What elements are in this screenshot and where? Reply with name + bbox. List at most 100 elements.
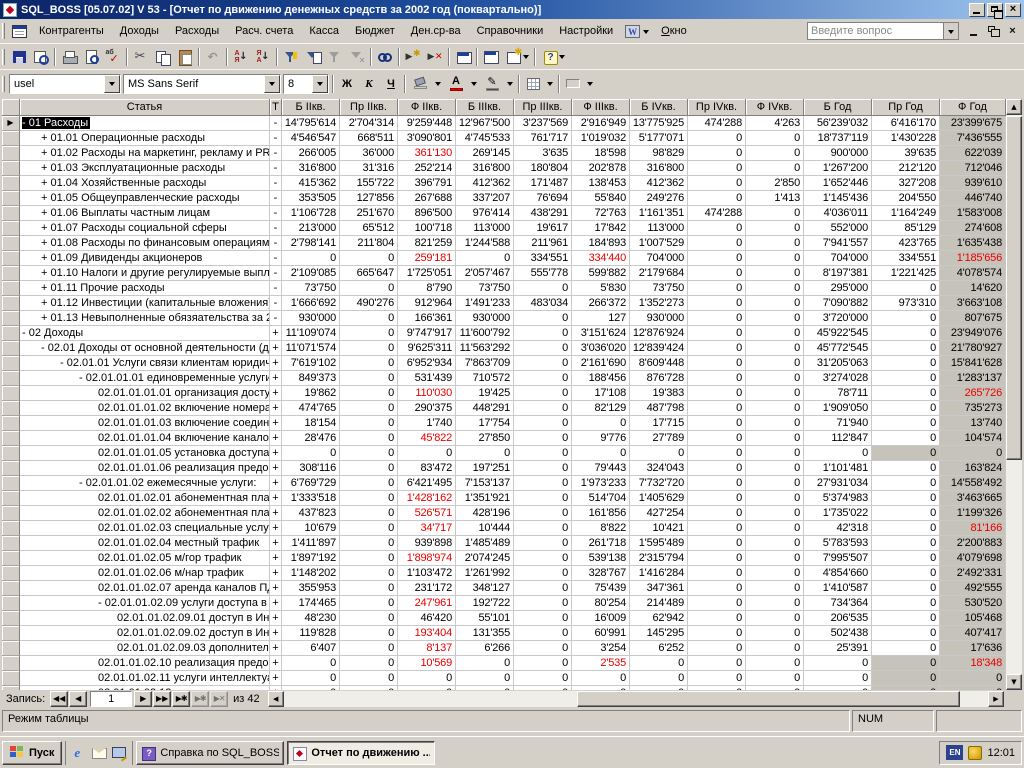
cell-statya[interactable]: 02.01.01.02.02 абонементная плата з [20,506,270,521]
table-cell[interactable]: 81'166 [940,521,1006,536]
table-cell[interactable]: 155'722 [340,176,398,191]
cell-statya[interactable]: - 02 Доходы [20,326,270,341]
table-cell[interactable]: 12'967'500 [456,116,514,131]
table-cell[interactable]: 2'161'690 [572,356,630,371]
table-cell[interactable]: 1'666'692 [282,296,340,311]
table-cell[interactable]: 2'057'467 [456,266,514,281]
table-cell[interactable]: 474'765 [282,401,340,416]
table-cell[interactable]: 353'505 [282,191,340,206]
cell-statya[interactable]: 02.01.01.02.11 услуги интеллектуаль [20,671,270,686]
table-cell[interactable]: 0 [872,596,940,611]
table-cell[interactable]: 0 [572,416,630,431]
row-selector[interactable] [2,446,20,461]
table-cell[interactable]: 502'438 [804,626,872,641]
mdi-close-button[interactable]: × [1005,25,1020,38]
table-cell[interactable]: 0 [746,221,804,236]
row-selector[interactable] [2,296,20,311]
table-cell[interactable]: 18'154 [282,416,340,431]
row-selector[interactable] [2,461,20,476]
table-cell[interactable]: 0 [630,446,688,461]
table-cell[interactable]: 2'315'794 [630,551,688,566]
table-cell[interactable]: 0 [688,431,746,446]
table-cell[interactable]: 0 [340,476,398,491]
table-cell[interactable]: 0 [746,341,804,356]
table-cell[interactable]: 0 [746,281,804,296]
table-cell[interactable]: 6'252 [630,641,688,656]
table-cell[interactable]: 166'361 [398,311,456,326]
table-cell[interactable]: 7'732'720 [630,476,688,491]
table-cell[interactable]: 0 [688,581,746,596]
table-cell[interactable]: 0 [872,416,940,431]
cell-type[interactable]: - [270,206,282,221]
table-cell[interactable]: 0 [872,506,940,521]
restore-button[interactable] [987,3,1003,17]
table-cell[interactable]: 334'551 [514,251,572,266]
table-cell[interactable]: 1'898'974 [398,551,456,566]
column-header[interactable]: Б IIкв. [282,99,340,116]
table-cell[interactable]: 0 [746,416,804,431]
row-selector[interactable] [2,176,20,191]
cell-statya[interactable]: 02.01.01.01.04 включение каналов П [20,431,270,446]
table-cell[interactable]: 78'711 [804,386,872,401]
table-cell[interactable]: 0 [688,596,746,611]
table-cell[interactable]: 16'009 [572,611,630,626]
table-cell[interactable]: 1'973'233 [572,476,630,491]
table-cell[interactable]: 0 [746,521,804,536]
table-cell[interactable]: 2'850 [746,176,804,191]
table-cell[interactable]: 0 [630,656,688,671]
new-object-button[interactable] [502,47,532,67]
show-desktop-icon[interactable] [111,745,127,761]
column-header[interactable]: Пр Год [872,99,940,116]
table-cell[interactable]: 487'798 [630,401,688,416]
filter-button[interactable] [324,47,346,67]
table-cell[interactable]: 438'291 [514,206,572,221]
question-dropdown-button[interactable] [943,23,958,39]
table-cell[interactable]: 930'000 [456,311,514,326]
table-cell[interactable]: 308'116 [282,461,340,476]
menu-item-spravochniki[interactable]: Справочники [469,22,552,40]
underline-button[interactable]: Ч [380,74,402,94]
cell-statya[interactable]: + 01.12 Инвестиции (капитальные вложения… [20,296,270,311]
table-cell[interactable]: 269'145 [456,146,514,161]
table-cell[interactable]: 0 [456,446,514,461]
table-cell[interactable]: 0 [688,146,746,161]
row-selector[interactable] [2,131,20,146]
table-cell[interactable]: 427'254 [630,506,688,521]
previous-record-button[interactable] [69,691,87,707]
table-cell[interactable]: 0 [746,386,804,401]
mdi-minimize-button[interactable] [967,25,982,38]
table-cell[interactable]: 0 [804,446,872,461]
cell-statya[interactable]: 02.01.01.01.03 включение соедините [20,416,270,431]
table-cell[interactable]: 1'583'008 [940,206,1006,221]
table-cell[interactable]: 192'722 [456,596,514,611]
table-cell[interactable]: 0 [456,671,514,686]
gridlines-dropdown[interactable] [544,74,556,94]
cell-type[interactable]: - [270,281,282,296]
table-cell[interactable]: 0 [340,491,398,506]
row-selector[interactable] [2,476,20,491]
table-cell[interactable]: 599'882 [572,266,630,281]
table-cell[interactable]: 1'106'728 [282,206,340,221]
mdi-restore-button[interactable] [986,25,1001,38]
table-cell[interactable]: 0 [688,506,746,521]
table-cell[interactable]: 1'405'629 [630,491,688,506]
table-cell[interactable]: 0 [340,461,398,476]
table-cell[interactable]: 7'995'507 [804,551,872,566]
table-cell[interactable]: 328'767 [572,566,630,581]
table-cell[interactable]: 0 [746,401,804,416]
table-cell[interactable]: 0 [688,641,746,656]
record-number-input[interactable] [90,691,132,707]
table-cell[interactable]: 876'728 [630,371,688,386]
table-cell[interactable]: 334'551 [872,251,940,266]
table-cell[interactable]: 6'421'495 [398,476,456,491]
remove-filter-button[interactable] [346,47,368,67]
sort-ascending-button[interactable] [230,47,252,67]
table-cell[interactable]: 8'822 [572,521,630,536]
table-cell[interactable]: 0 [514,626,572,641]
table-cell[interactable]: 0 [340,326,398,341]
table-cell[interactable]: 0 [872,611,940,626]
toolbar-grip[interactable] [2,49,5,65]
row-selector[interactable] [2,641,20,656]
table-cell[interactable]: 98'829 [630,146,688,161]
table-cell[interactable]: 0 [872,341,940,356]
